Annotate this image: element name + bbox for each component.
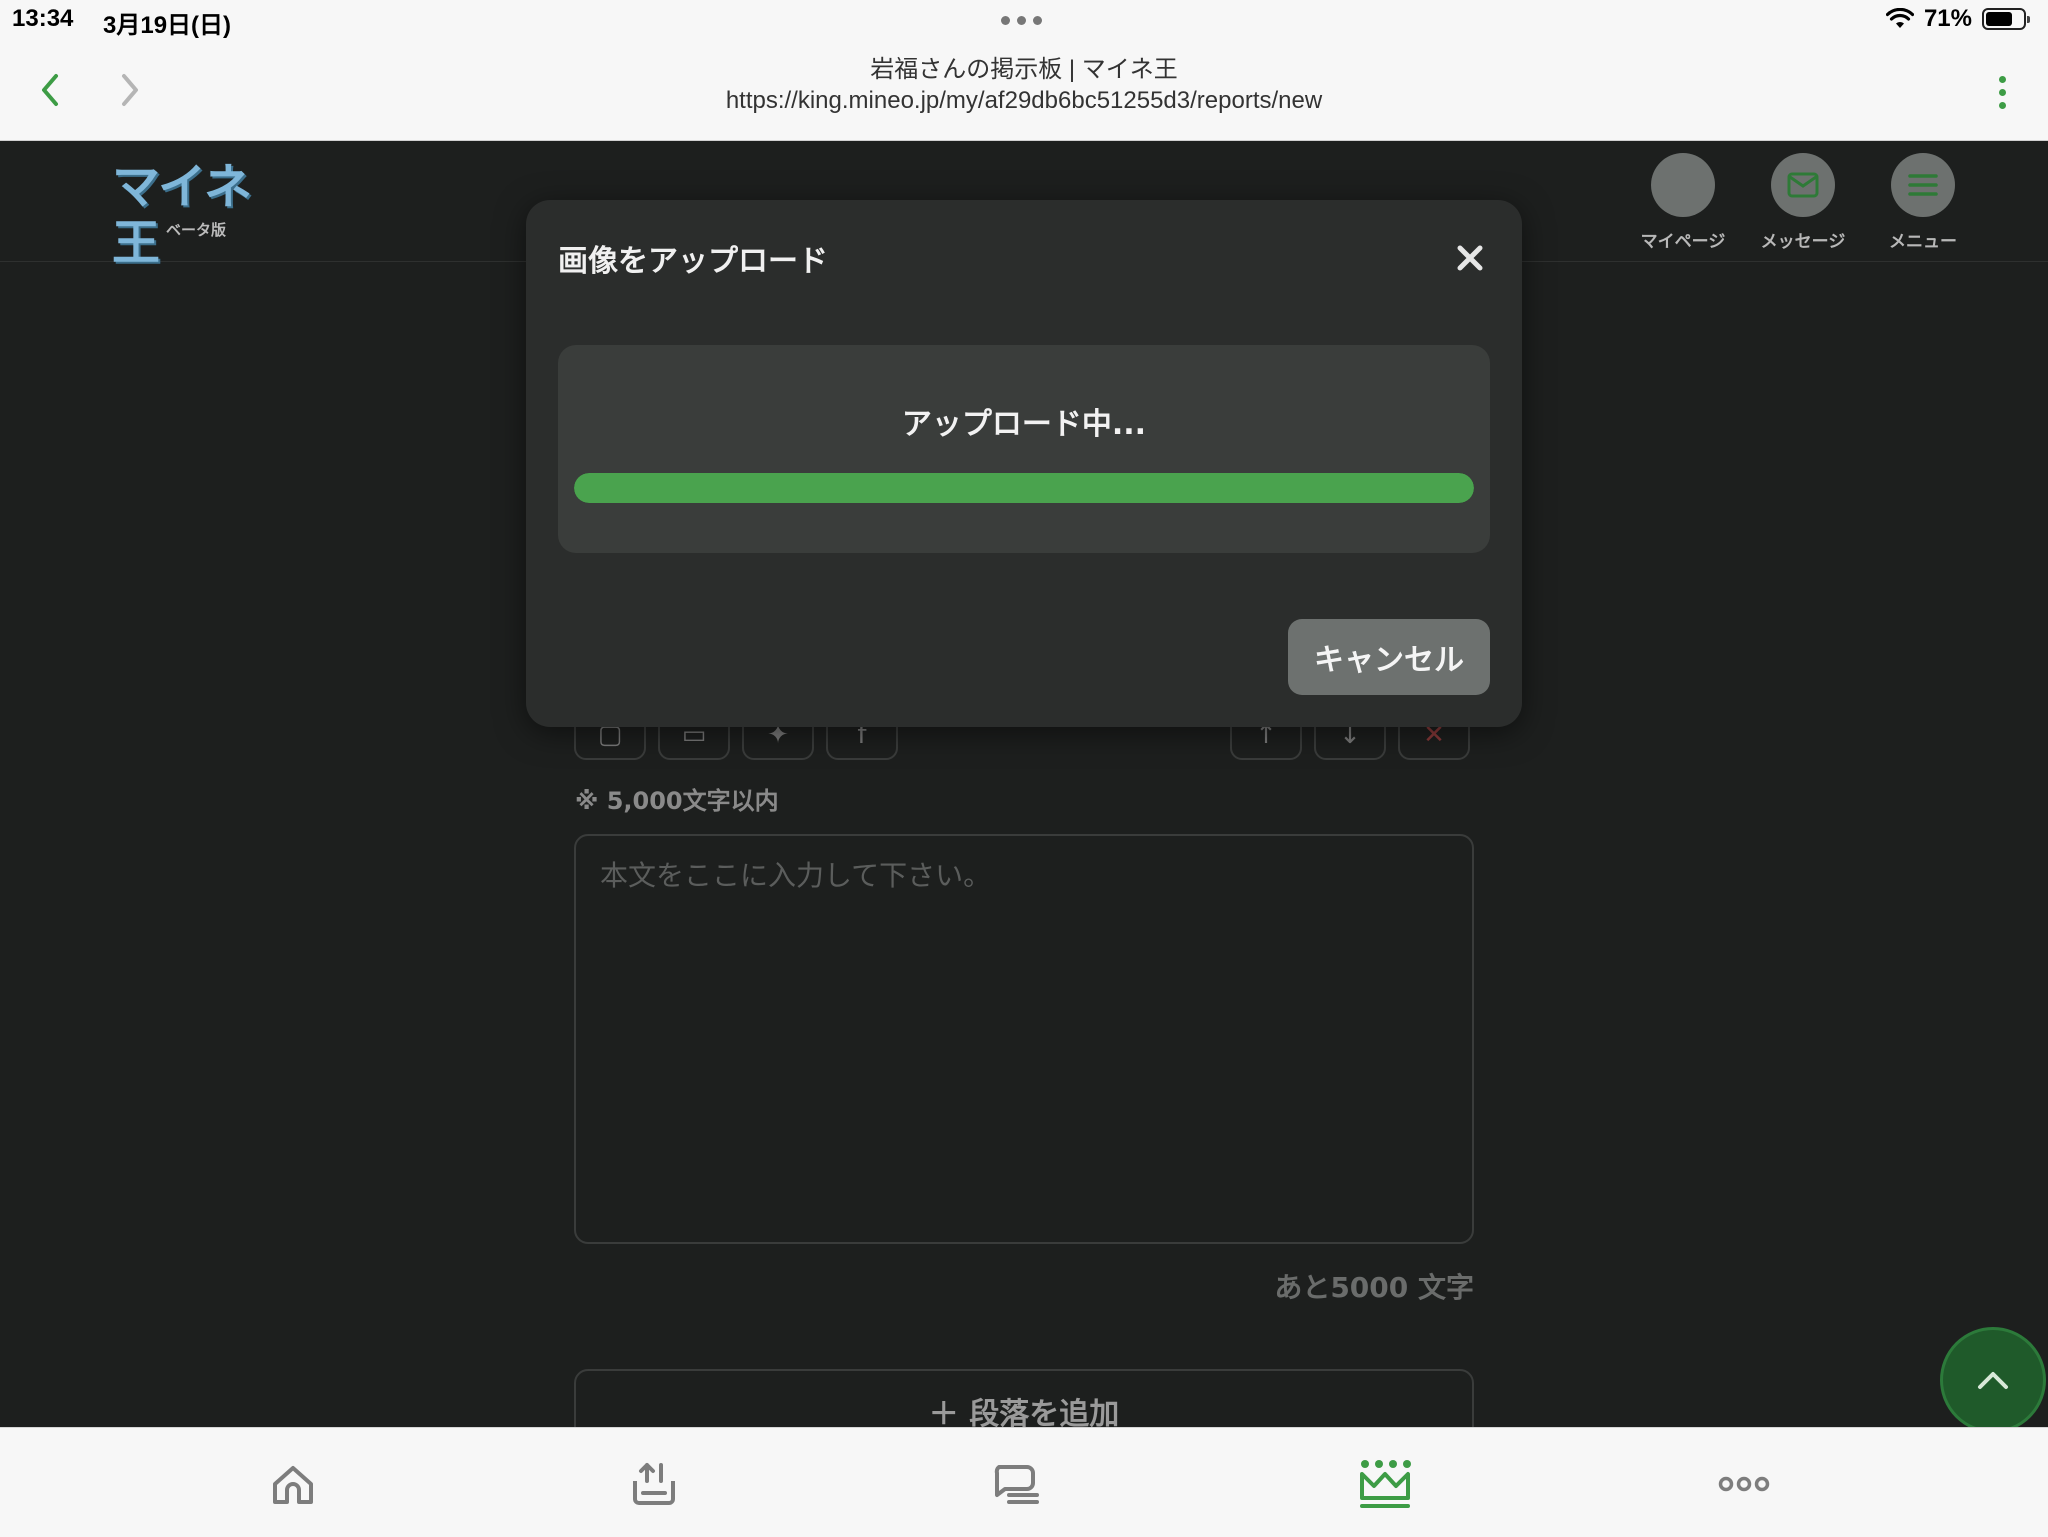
body-textarea[interactable]: 本文をここに入力して下さい。 <box>574 834 1474 1244</box>
forward-button[interactable] <box>104 64 156 116</box>
mypage-link[interactable]: マイページ <box>1628 153 1738 252</box>
message-link[interactable]: メッセージ <box>1748 153 1858 252</box>
page-url[interactable]: https://king.mineo.jp/my/af29db6bc51255d… <box>524 85 1524 116</box>
more-icon <box>1718 1476 1770 1492</box>
battery-percent: 71% <box>1923 5 1972 32</box>
chevron-right-icon <box>122 74 138 106</box>
bottom-tab-bar <box>0 1427 2048 1537</box>
chevron-left-icon <box>42 74 58 106</box>
menu-label: メニュー <box>1889 232 1957 252</box>
back-button[interactable] <box>24 64 76 116</box>
tab-community[interactable] <box>985 1452 1049 1516</box>
avatar <box>1651 153 1715 217</box>
multitasking-dots-icon[interactable] <box>1001 16 1042 25</box>
modal-title: 画像をアップロード <box>558 244 828 279</box>
home-icon <box>273 1466 313 1504</box>
mypage-label: マイページ <box>1640 232 1726 252</box>
logo-text: マイネ王 <box>112 159 252 271</box>
page-title: 岩福さんの掲示板 | マイネ王 <box>870 56 1178 83</box>
browser-toolbar: 岩福さんの掲示板 | マイネ王 https://king.mineo.jp/my… <box>0 40 2048 141</box>
close-modal-button[interactable] <box>1448 236 1492 280</box>
hamburger-icon <box>1891 153 1955 217</box>
status-bar: 13:34 3月19日(日) 71% <box>0 0 2048 40</box>
status-date: 3月19日(日) <box>103 12 232 39</box>
progress-bar <box>574 473 1474 503</box>
status-right: 71% <box>1885 5 2030 33</box>
upload-image-modal: 画像をアップロード アップロード中... キャンセル <box>526 200 1522 727</box>
crown-icon <box>1360 1460 1411 1508</box>
upload-progress-panel: アップロード中... <box>558 345 1490 553</box>
logo-beta-label: ベータ版 <box>166 221 227 239</box>
address-area[interactable]: 岩福さんの掲示板 | マイネ王 https://king.mineo.jp/my… <box>524 54 1524 116</box>
envelope-icon <box>1771 153 1835 217</box>
tab-home[interactable] <box>261 1452 325 1516</box>
chat-icon <box>994 1465 1039 1504</box>
upload-status-text: アップロード中... <box>901 407 1147 442</box>
chevron-up-icon <box>1978 1372 2008 1389</box>
close-icon <box>1457 245 1483 271</box>
upload-icon <box>633 1463 675 1505</box>
message-label: メッセージ <box>1760 232 1846 252</box>
progress-fill <box>574 473 1474 503</box>
cancel-button[interactable]: キャンセル <box>1288 619 1490 695</box>
wifi-icon <box>1885 8 1914 28</box>
site-logo[interactable]: マイネ王 ベータ版 <box>110 159 286 271</box>
tab-more[interactable] <box>1712 1452 1776 1516</box>
tab-post[interactable] <box>622 1452 686 1516</box>
character-limit-note: ※ 5,000文字以内 <box>575 787 779 815</box>
remaining-characters: あと5000 文字 <box>1274 1271 1474 1304</box>
more-options-icon[interactable] <box>1982 66 2022 118</box>
textarea-placeholder: 本文をここに入力して下さい。 <box>600 859 992 892</box>
tab-king[interactable] <box>1353 1452 1417 1516</box>
scroll-to-top-button[interactable] <box>1940 1327 2046 1433</box>
menu-link[interactable]: メニュー <box>1868 153 1978 252</box>
status-time: 13:34 <box>12 5 74 32</box>
battery-icon <box>1982 8 2030 30</box>
